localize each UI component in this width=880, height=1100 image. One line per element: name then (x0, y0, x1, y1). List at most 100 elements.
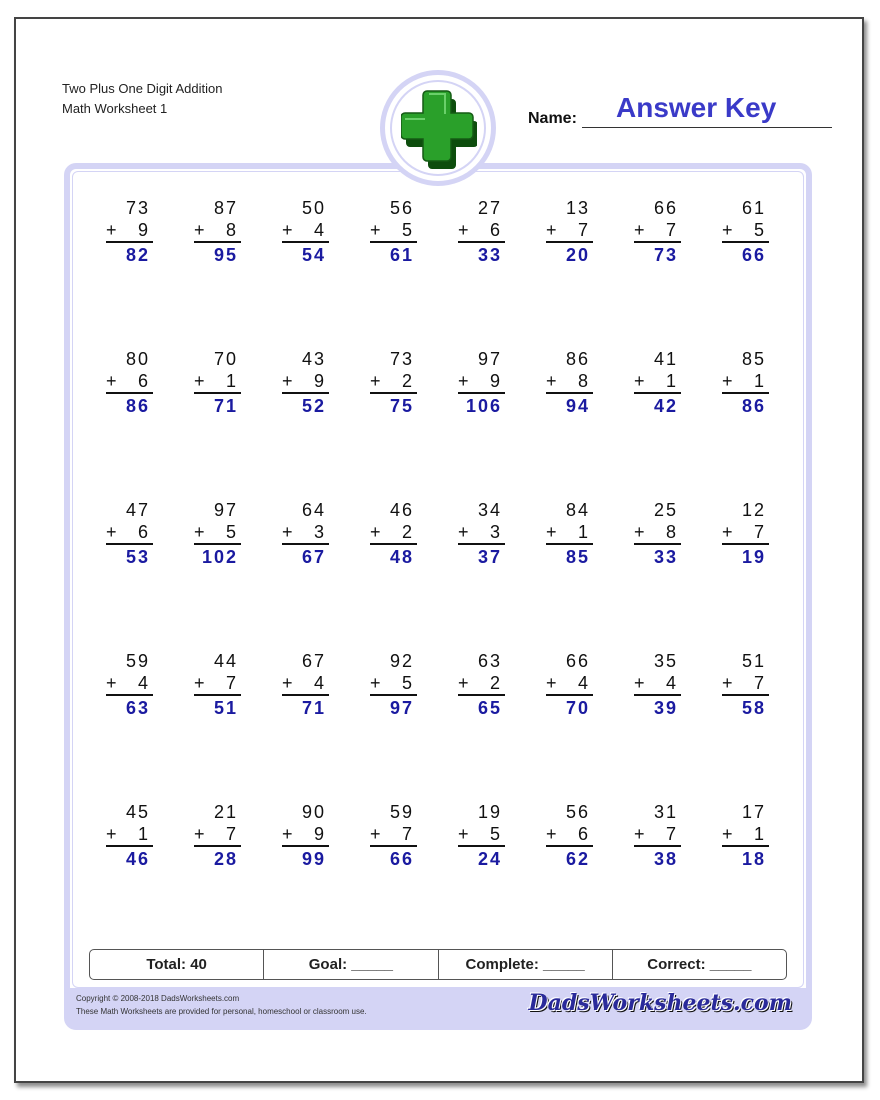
problem: 35 +4 39 (634, 650, 681, 720)
problem-addend: 4 (313, 673, 326, 693)
problem-addend-row: +4 (282, 672, 326, 694)
problem-addend-row: +4 (634, 672, 678, 694)
problem: 17 +1 18 (722, 801, 769, 871)
problem: 90 +9 99 (282, 801, 329, 871)
problem-addend-row: +9 (106, 219, 150, 241)
plus-operator: + (546, 522, 559, 542)
title-line-1: Two Plus One Digit Addition (62, 81, 223, 96)
problem-addend: 1 (137, 824, 150, 844)
problem-answer: 71 (213, 396, 238, 416)
plus-operator: + (370, 824, 383, 844)
plus-operator: + (194, 522, 207, 542)
plus-operator: + (458, 824, 471, 844)
problem-addend: 9 (489, 371, 502, 391)
problem-addend-row: +5 (370, 219, 414, 241)
plus-operator: + (194, 673, 207, 693)
plus-icon (401, 90, 477, 169)
problem-answer: 65 (477, 698, 502, 718)
problem-addend: 6 (577, 824, 590, 844)
problem-top-number: 47 (125, 500, 150, 520)
problem-addend: 7 (753, 673, 766, 693)
plus-operator: + (722, 220, 735, 240)
problem-addend: 1 (577, 522, 590, 542)
problem-addend-row: +7 (370, 823, 414, 845)
problem-addend-row: +1 (194, 370, 238, 392)
problem: 34 +3 37 (458, 499, 505, 569)
problem: 19 +5 24 (458, 801, 505, 871)
problem-answer: 63 (125, 698, 150, 718)
problem-top-number: 64 (301, 500, 326, 520)
problem: 44 +7 51 (194, 650, 241, 720)
problem-top-number: 97 (213, 500, 238, 520)
problem-answer: 58 (741, 698, 766, 718)
problem-addend-row: +1 (722, 370, 766, 392)
score-correct: Correct: _____ (647, 956, 752, 973)
plus-operator: + (106, 824, 119, 844)
problem-answer: 42 (653, 396, 678, 416)
problem-addend-row: +2 (370, 521, 414, 543)
problem-answer: 71 (301, 698, 326, 718)
problem-answer: 54 (301, 245, 326, 265)
plus-operator: + (370, 673, 383, 693)
plus-operator: + (722, 522, 735, 542)
problem-addend-row: +5 (722, 219, 766, 241)
plus-operator: + (722, 371, 735, 391)
problem-top-number: 44 (213, 651, 238, 671)
plus-operator: + (194, 824, 207, 844)
dadsworksheets-logo: DadsWorksheets.com (528, 990, 792, 1016)
problem: 63 +2 65 (458, 650, 505, 720)
footer-band: Copyright © 2008-2018 DadsWorksheets.com… (70, 988, 806, 1024)
problem: 66 +4 70 (546, 650, 593, 720)
problem: 66 +7 73 (634, 197, 681, 267)
problem: 41 +1 42 (634, 348, 681, 418)
problem-addend: 5 (753, 220, 766, 240)
problem: 46 +2 48 (370, 499, 417, 569)
name-label: Name: (528, 110, 577, 127)
problem-top-number: 84 (565, 500, 590, 520)
plus-operator: + (722, 824, 735, 844)
plus-operator: + (106, 673, 119, 693)
problem-addend: 1 (665, 371, 678, 391)
problem-addend: 7 (665, 824, 678, 844)
problem-addend-row: +3 (282, 521, 326, 543)
copyright-text: Copyright © 2008-2018 DadsWorksheets.com… (76, 992, 367, 1018)
problem-addend-row: +8 (634, 521, 678, 543)
problem-answer: 82 (125, 245, 150, 265)
copyright-line: Copyright © 2008-2018 DadsWorksheets.com (76, 994, 240, 1003)
problem-addend: 5 (225, 522, 238, 542)
problem-addend-row: +6 (106, 521, 150, 543)
problem-addend: 9 (313, 824, 326, 844)
problem-addend-row: +1 (722, 823, 766, 845)
problem-top-number: 35 (653, 651, 678, 671)
problem-answer: 39 (653, 698, 678, 718)
problem-answer: 24 (477, 849, 502, 869)
plus-operator: + (370, 220, 383, 240)
plus-operator: + (194, 371, 207, 391)
plus-operator: + (282, 522, 295, 542)
problem: 61 +5 66 (722, 197, 769, 267)
problem-addend: 9 (137, 220, 150, 240)
problem-answer: 85 (565, 547, 590, 567)
problem-addend-row: +7 (194, 672, 238, 694)
problem-addend-row: +7 (634, 823, 678, 845)
problem-answer: 52 (301, 396, 326, 416)
problem-top-number: 45 (125, 802, 150, 822)
problem-answer: 95 (213, 245, 238, 265)
problem: 45 +1 46 (106, 801, 153, 871)
plus-operator: + (106, 220, 119, 240)
problem-addend-row: +8 (546, 370, 590, 392)
problem-top-number: 59 (389, 802, 414, 822)
score-box: Total: 40 Goal: _____ Complete: _____ Co… (89, 949, 787, 980)
problem-addend: 4 (313, 220, 326, 240)
plus-operator: + (282, 673, 295, 693)
problem-top-number: 73 (125, 198, 150, 218)
problem-top-number: 12 (741, 500, 766, 520)
plus-operator: + (634, 371, 647, 391)
problem: 27 +6 33 (458, 197, 505, 267)
answer-key-label: Answer Key (616, 92, 777, 123)
problem-answer: 86 (125, 396, 150, 416)
problem-addend-row: +7 (194, 823, 238, 845)
problem-addend: 2 (401, 371, 414, 391)
problem-answer: 86 (741, 396, 766, 416)
problem-top-number: 56 (565, 802, 590, 822)
